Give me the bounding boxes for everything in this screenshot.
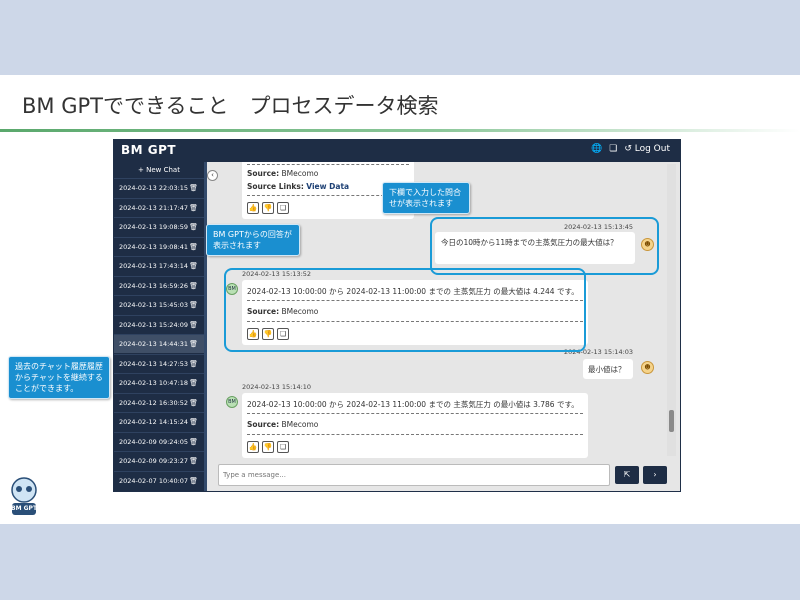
trash-icon[interactable]: 🗑 [189, 433, 198, 452]
user-message-text: 最小値は？ [588, 365, 626, 374]
history-item-label: 2024-02-13 19:08:59 [119, 223, 189, 231]
sidebar-history-item[interactable]: 2024-02-12 14:15:24 🗑 [114, 412, 204, 431]
top-band [0, 0, 800, 75]
sidebar-history-item[interactable]: 2024-02-13 15:24:09 🗑 [114, 314, 204, 335]
sidebar-history-item[interactable]: 2024-02-13 14:27:53 🗑 [114, 353, 204, 374]
history-item-label: 2024-02-09 09:23:27 [119, 457, 189, 465]
bot-message-text: 2024-02-13 10:00:00 から 2024-02-13 11:00:… [247, 400, 579, 409]
callout-history-note: 過去のチャット履歴履歴からチャットを継続することができます。 [8, 356, 110, 399]
history-item-label: 2024-02-09 09:24:05 [119, 437, 189, 446]
mascot-label: BM GPT [11, 505, 38, 512]
history-item-label: 2024-02-13 10:47:18 [119, 379, 189, 387]
source-links-line: Source Links: View Data [247, 182, 350, 191]
logout-button[interactable]: ↺ Log Out [624, 144, 670, 154]
sidebar-history-item[interactable]: 2024-02-13 19:08:59 🗑 [114, 217, 204, 236]
sidebar-history-item[interactable]: 2024-02-13 22:03:15 🗑 [114, 178, 204, 197]
view-data-link[interactable]: View Data [306, 182, 349, 191]
history-item-label: 2024-02-12 16:30:52 [119, 398, 189, 407]
send-button[interactable]: › [643, 466, 667, 484]
history-item-label: 2024-02-13 15:24:09 [119, 320, 189, 329]
sidebar-history-item[interactable]: 2024-02-13 15:45:03 🗑 [114, 295, 204, 314]
trash-icon[interactable]: 🗑 [189, 199, 198, 218]
bot-avatar: BM [226, 396, 238, 408]
sidebar-history-item[interactable]: 2024-02-09 09:24:05 🗑 [114, 431, 204, 452]
sidebar-history-item[interactable]: 2024-02-07 10:40:07 🗑 [114, 470, 204, 491]
header-icons: 🌐 ❏ ↺ Log Out [591, 144, 670, 154]
history-item-label: 2024-02-13 14:44:31 [119, 340, 189, 348]
user-message-card: 最小値は？ [583, 359, 633, 379]
callout-reply-note: BM GPTからの回答が表示されます [206, 224, 300, 256]
trash-icon[interactable]: 🗑 [189, 355, 198, 374]
history-item-label: 2024-02-07 10:40:07 [119, 476, 189, 485]
trash-icon[interactable]: 🗑 [189, 179, 198, 198]
bottom-band [0, 524, 800, 600]
history-item-label: 2024-02-13 19:08:41 [119, 242, 189, 251]
copy-icon[interactable]: ❏ [277, 202, 289, 214]
thumbs-up-icon[interactable]: 👍 [247, 202, 259, 214]
trash-icon[interactable]: 🗑 [189, 374, 198, 393]
divider [247, 434, 583, 435]
sidebar-history-item[interactable]: 2024-02-13 17:43:14 🗑 [114, 256, 204, 275]
app-logo: BM GPT [121, 143, 177, 157]
source-line: Source: BMecomo [247, 420, 319, 429]
slide-title: BM GPTでできること プロセスデータ検索 [22, 94, 439, 118]
collapse-sidebar-button[interactable]: ‹ [207, 170, 218, 181]
trash-icon[interactable]: 🗑 [189, 394, 198, 413]
divider [247, 164, 409, 165]
sidebar-history-item[interactable]: 2024-02-09 09:23:27 🗑 [114, 451, 204, 470]
app-header: BM GPT 🌐 ❏ ↺ Log Out [114, 140, 680, 162]
history-item-label: 2024-02-13 14:27:53 [119, 359, 189, 368]
thumbs-down-icon[interactable]: 👎 [262, 202, 274, 214]
trash-icon[interactable]: 🗑 [189, 316, 198, 335]
copy-icon[interactable]: ❏ [277, 441, 289, 453]
copy-icon[interactable]: ❏ [609, 144, 617, 154]
new-chat-button[interactable]: + New Chat [114, 166, 204, 174]
thumbs-down-icon[interactable]: 👎 [262, 441, 274, 453]
user-avatar: ☻ [641, 361, 654, 374]
message-input[interactable] [218, 464, 610, 486]
sidebar-history-item[interactable]: 2024-02-13 21:17:47 🗑 [114, 197, 204, 218]
logout-icon: ↺ [624, 144, 632, 154]
chat-scrollbar-thumb[interactable] [669, 410, 674, 432]
trash-icon[interactable]: 🗑 [189, 413, 198, 432]
message-timestamp: 2024-02-13 15:14:10 [242, 383, 312, 391]
trash-icon[interactable]: 🗑 [189, 238, 198, 257]
source-line: Source: BMecomo [247, 169, 319, 178]
mascot-logo: BM GPT [6, 476, 42, 518]
send-icon: › [653, 470, 657, 479]
trash-icon[interactable]: 🗑 [189, 218, 198, 237]
logout-label: Log Out [634, 144, 670, 154]
title-rule [0, 129, 800, 132]
trash-icon[interactable]: 🗑 [189, 257, 198, 276]
history-item-label: 2024-02-13 21:17:47 [119, 203, 189, 212]
bot-message-card: 2024-02-13 10:00:00 から 2024-02-13 11:00:… [242, 393, 588, 458]
history-item-label: 2024-02-13 16:59:26 [119, 281, 189, 290]
sidebar-history-item[interactable]: 2024-02-13 14:44:31 🗑 [114, 334, 204, 353]
sidebar-history-item[interactable]: 2024-02-13 16:59:26 🗑 [114, 275, 204, 296]
trash-icon[interactable]: 🗑 [189, 452, 198, 471]
sidebar-history-item[interactable]: 2024-02-13 19:08:41 🗑 [114, 236, 204, 257]
globe-icon[interactable]: 🌐 [591, 144, 602, 154]
history-item-label: 2024-02-13 15:45:03 [119, 301, 189, 309]
expand-icon: ⇱ [623, 470, 631, 479]
sidebar-history-item[interactable]: 2024-02-12 16:30:52 🗑 [114, 392, 204, 413]
feedback-buttons: 👍 👎 ❏ [247, 441, 289, 453]
history-item-label: 2024-02-13 22:03:15 [119, 184, 189, 192]
history-item-label: 2024-02-12 14:15:24 [119, 418, 189, 426]
trash-icon[interactable]: 🗑 [189, 296, 198, 315]
trash-icon[interactable]: 🗑 [189, 335, 198, 354]
divider [247, 413, 583, 414]
trash-icon[interactable]: 🗑 [189, 472, 198, 491]
sidebar-history-item[interactable]: 2024-02-13 10:47:18 🗑 [114, 373, 204, 392]
history-item-label: 2024-02-13 17:43:14 [119, 262, 189, 270]
highlight-user-message [430, 217, 659, 275]
sidebar: + New Chat 2024-02-13 22:03:15 🗑 2024-02-1… [114, 162, 204, 491]
feedback-buttons: 👍 👎 ❏ [247, 202, 289, 214]
callout-input-note: 下欄で入力した問合せが表示されます [382, 182, 470, 214]
highlight-bot-message [224, 268, 586, 352]
thumbs-up-icon[interactable]: 👍 [247, 441, 259, 453]
trash-icon[interactable]: 🗑 [189, 277, 198, 296]
expand-button[interactable]: ⇱ [615, 466, 639, 484]
